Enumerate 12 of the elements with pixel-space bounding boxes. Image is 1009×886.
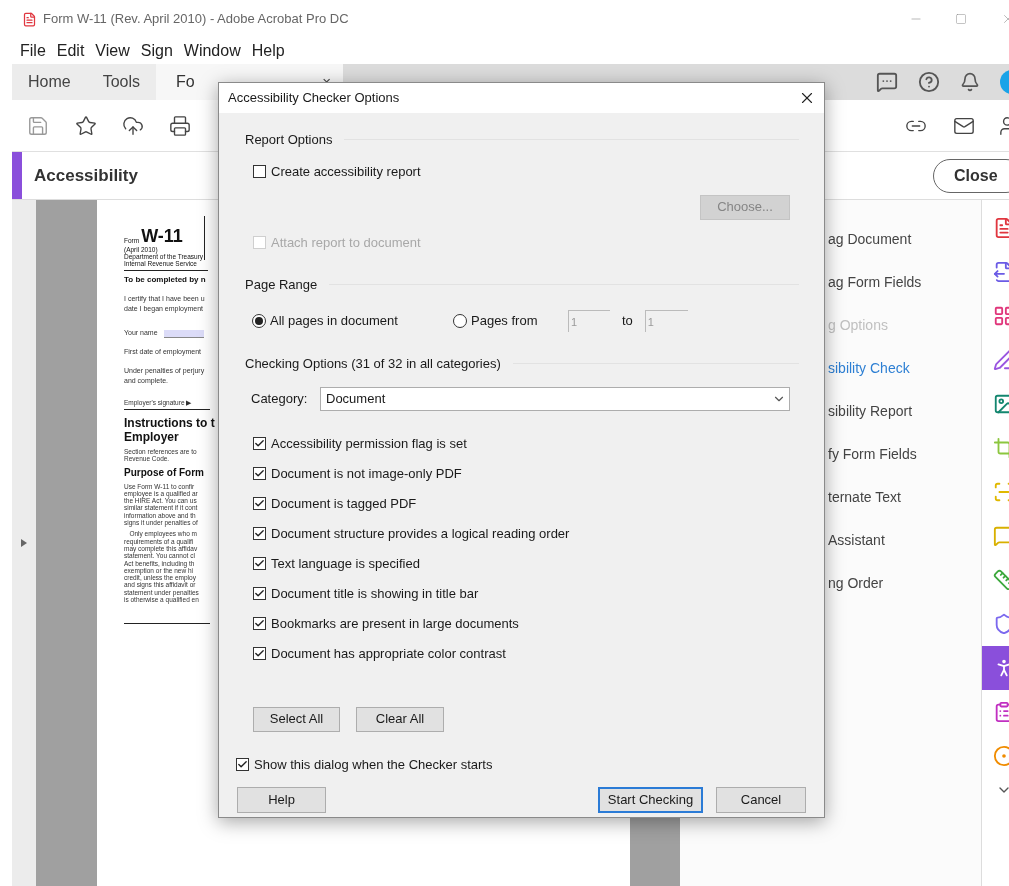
group-heading: Report Options: [245, 131, 333, 149]
group-heading: Page Range: [245, 275, 318, 294]
document-text: To be completed by n: [124, 275, 206, 285]
document-text: Instructions to t Employer: [124, 416, 215, 444]
to-label: to: [622, 312, 633, 331]
group-heading: Checking Options (31 of 32 in all categories): [245, 355, 501, 373]
window-title: Form W-11 (Rev. April 2010) - Adobe Acrobat Pro DC: [43, 10, 349, 29]
document-text: Purpose of Form: [124, 466, 204, 479]
panel-title: Accessibility: [34, 164, 138, 187]
form-number: W-11: [141, 226, 183, 246]
dialog-title: Accessibility Checker Options: [228, 89, 400, 108]
category-label: Category:: [251, 389, 309, 408]
